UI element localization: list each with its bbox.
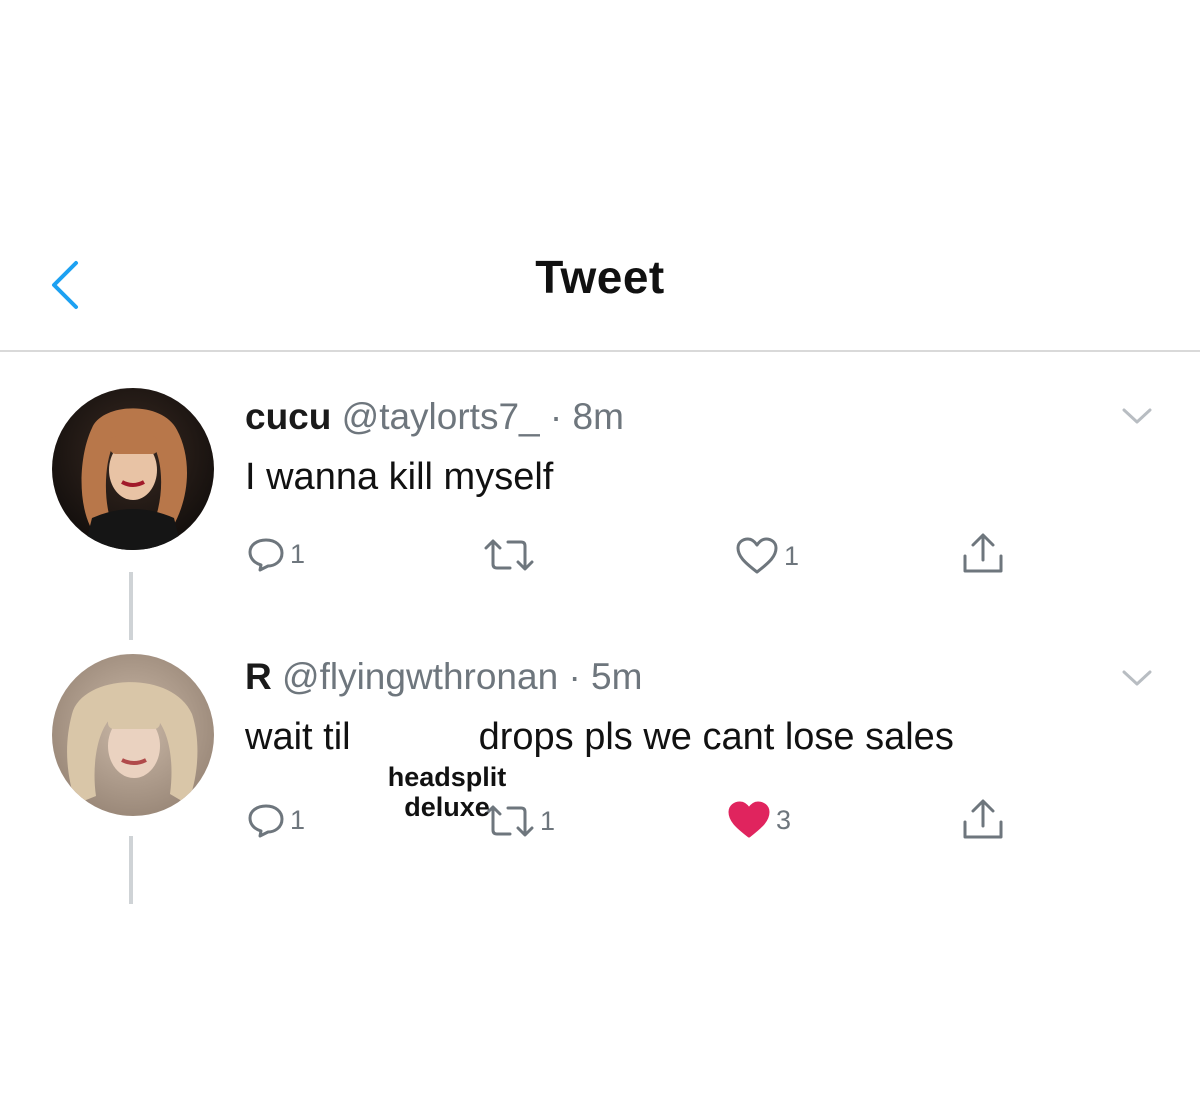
heart-icon — [736, 537, 778, 574]
header-divider — [0, 350, 1200, 352]
share-icon — [963, 799, 1003, 839]
reply-button[interactable]: 1 — [246, 536, 305, 572]
tweet-text: wait til drops pls we cant lose sales — [245, 716, 954, 759]
avatar[interactable] — [52, 654, 214, 816]
heart-icon — [728, 801, 770, 838]
tweet-text: I wanna kill myself — [245, 456, 553, 499]
page-title: Tweet — [535, 251, 665, 303]
display-name[interactable]: R — [245, 656, 272, 697]
display-name[interactable]: cucu — [245, 396, 331, 437]
like-count: 1 — [784, 540, 800, 571]
thread-line-top — [129, 602, 133, 632]
reply-count: 1 — [290, 804, 306, 835]
reply-button[interactable]: 1 — [246, 802, 305, 838]
share-icon — [963, 533, 1003, 573]
top-bar: Tweet — [0, 200, 1200, 352]
tweet-text-content: I wanna kill myself — [245, 456, 554, 498]
like-count: 3 — [776, 804, 792, 835]
retweet-button[interactable] — [482, 538, 540, 572]
share-button[interactable] — [960, 796, 1006, 842]
chevron-down-icon[interactable] — [1118, 404, 1156, 428]
overlay-line-2: deluxe — [404, 792, 490, 822]
overlay-caption: headsplit deluxe — [372, 762, 522, 822]
tweet-text-end: drops pls we cant lose sales — [478, 716, 954, 758]
timestamp: · 5m — [568, 656, 643, 697]
tweet-meta: R @flyingwthronan · 5m — [245, 656, 642, 698]
retweet-icon — [484, 539, 534, 571]
tweet-2[interactable]: R @flyingwthronan · 5m wait til drops pls… — [0, 602, 1200, 904]
tweet-text-start: wait til — [245, 716, 351, 758]
overlay-line-1: headsplit — [387, 762, 507, 792]
reply-count: 1 — [290, 538, 306, 569]
tweet-meta: cucu @taylorts7_ · 8m — [245, 396, 624, 438]
timestamp: · 8m — [549, 396, 624, 437]
share-button[interactable] — [960, 530, 1006, 576]
chevron-down-icon[interactable] — [1118, 666, 1156, 690]
thread-line — [129, 836, 133, 904]
avatar[interactable] — [52, 388, 214, 550]
like-button[interactable]: 1 — [734, 536, 799, 576]
like-button[interactable]: 3 — [726, 800, 791, 840]
reply-icon — [248, 538, 284, 572]
retweet-count: 1 — [540, 805, 556, 836]
user-handle[interactable]: @taylorts7_ — [342, 396, 540, 437]
reply-icon — [248, 804, 284, 838]
user-handle[interactable]: @flyingwthronan — [282, 656, 558, 697]
tweet-1[interactable]: cucu @taylorts7_ · 8m I wanna kill mysel… — [0, 388, 1200, 640]
